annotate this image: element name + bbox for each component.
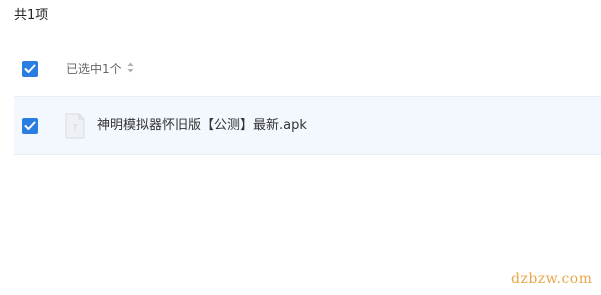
unknown-file-icon: ? <box>64 113 86 139</box>
file-name[interactable]: 神明模拟器怀旧版【公测】最新.apk <box>97 117 307 135</box>
site-watermark: dzbzw.com <box>511 271 593 287</box>
file-list-panel: 共1项 已选中1个 ? 神明模拟器怀旧版【公测】最新.apk dzbzw.com <box>0 0 601 295</box>
selected-count-label: 已选中1个 <box>66 62 122 76</box>
checkmark-icon <box>24 64 36 73</box>
svg-text:?: ? <box>73 123 77 132</box>
sort-updown-icon[interactable] <box>127 60 134 78</box>
file-row[interactable]: ? 神明模拟器怀旧版【公测】最新.apk <box>14 96 601 155</box>
file-row-checkbox[interactable] <box>22 118 38 134</box>
item-count-title: 共1项 <box>14 8 49 23</box>
checkmark-icon <box>24 121 36 130</box>
select-all-checkbox[interactable] <box>22 61 38 77</box>
list-header-row: 已选中1个 <box>14 47 601 91</box>
selected-count-header[interactable]: 已选中1个 <box>66 60 134 79</box>
